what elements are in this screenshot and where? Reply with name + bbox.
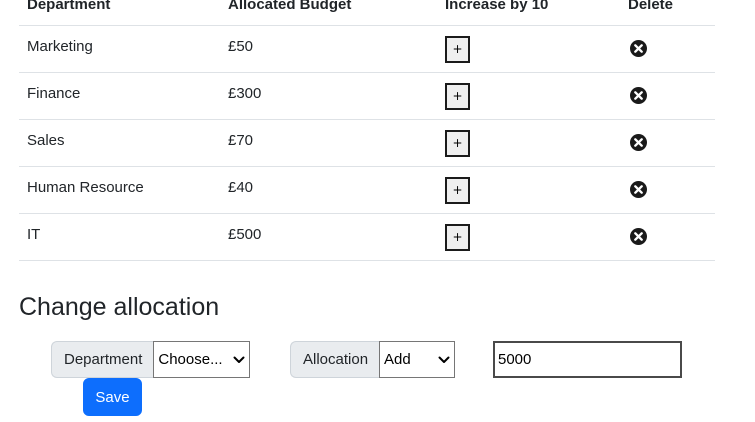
x-circle-icon[interactable] (630, 40, 647, 57)
x-circle-icon[interactable] (630, 181, 647, 198)
department-name: Finance (27, 85, 81, 102)
department-name: IT (27, 226, 41, 243)
table-header: Department Allocated Budget Increase by … (19, 0, 715, 26)
allocation-select[interactable]: Add (379, 341, 456, 378)
table-row: IT £500 + (19, 214, 715, 261)
department-label: Department (51, 341, 154, 378)
x-circle-icon[interactable] (630, 228, 647, 245)
department-select-value: Choose... (158, 351, 223, 368)
department-name: Sales (27, 132, 65, 149)
x-circle-icon[interactable] (630, 87, 647, 104)
allocation-input-group: Allocation Add (290, 341, 456, 378)
save-button[interactable]: Save (83, 378, 142, 416)
table-row: Sales £70 + (19, 120, 715, 167)
increase-button[interactable]: + (445, 224, 470, 251)
table-row: Finance £300 + (19, 73, 715, 120)
department-input-group: Department Choose... (51, 341, 251, 378)
budget-value: £40 (228, 179, 254, 196)
table-row: Human Resource £40 + (19, 167, 715, 214)
increase-button[interactable]: + (445, 83, 470, 110)
header-allocated-budget: Allocated Budget (228, 0, 352, 13)
department-name: Human Resource (27, 179, 144, 196)
amount-input[interactable] (493, 341, 682, 378)
budget-value: £70 (228, 132, 254, 149)
budget-value: £50 (228, 38, 254, 55)
department-name: Marketing (27, 38, 93, 55)
department-select[interactable]: Choose... (153, 341, 251, 378)
header-delete: Delete (628, 0, 674, 13)
increase-button[interactable]: + (445, 177, 470, 204)
increase-button[interactable]: + (445, 130, 470, 157)
header-increase: Increase by 10 (445, 0, 549, 13)
budget-table: Department Allocated Budget Increase by … (19, 0, 715, 261)
change-allocation-title: Change allocation (19, 293, 220, 321)
budget-app: Department Allocated Budget Increase by … (0, 0, 755, 422)
budget-value: £500 (228, 226, 262, 243)
allocation-select-value: Add (384, 351, 411, 368)
table-row: Marketing £50 + (19, 26, 715, 73)
allocation-label: Allocation (290, 341, 380, 378)
header-department: Department (27, 0, 111, 13)
chevron-down-icon (438, 356, 450, 363)
budget-value: £300 (228, 85, 262, 102)
increase-button[interactable]: + (445, 36, 470, 63)
chevron-down-icon (233, 356, 245, 363)
x-circle-icon[interactable] (630, 134, 647, 151)
